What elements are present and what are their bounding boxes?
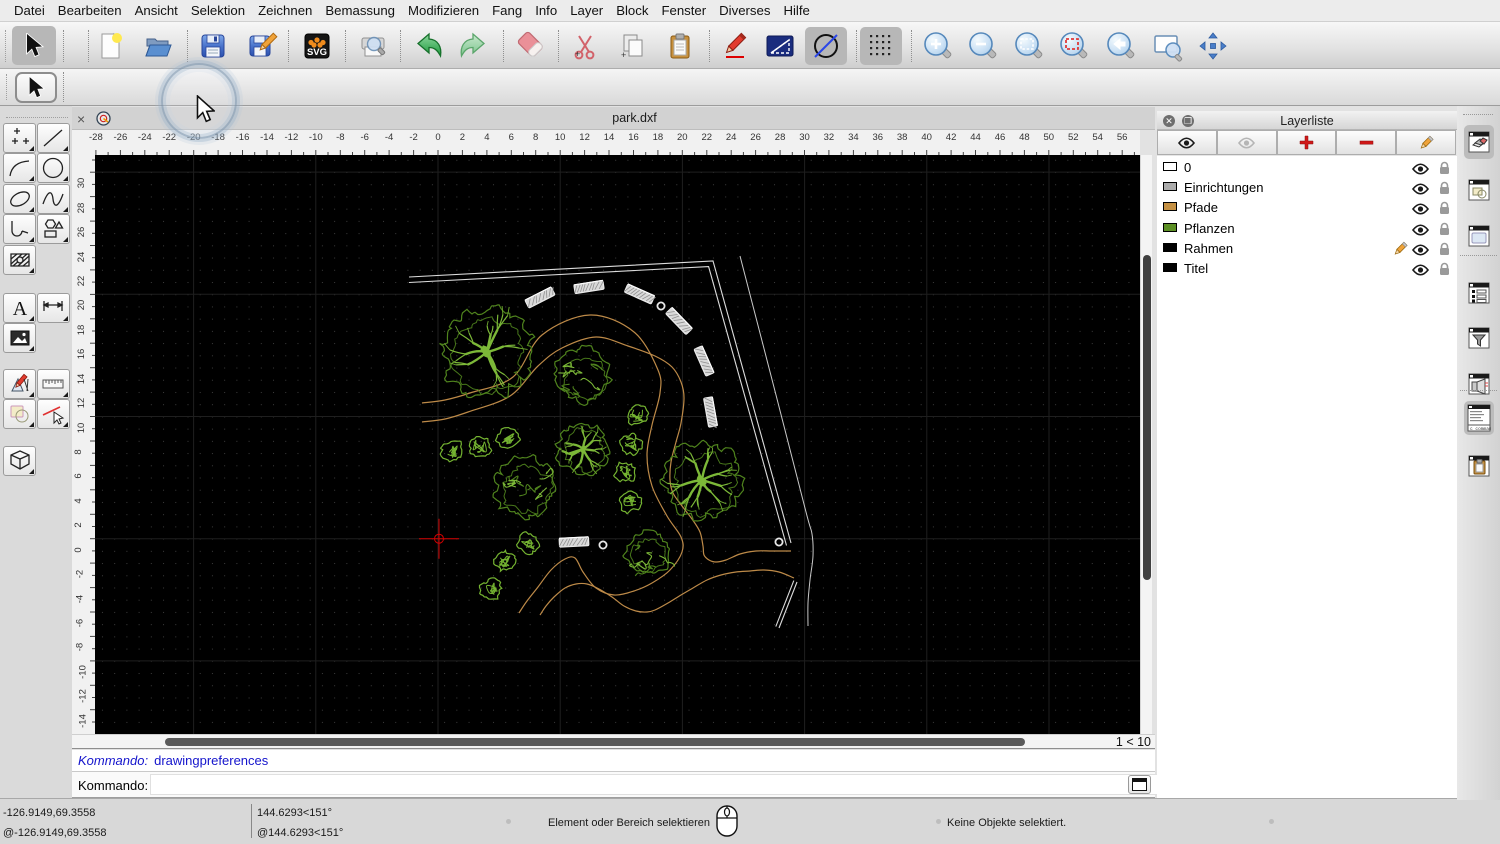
svg-text:c command: c command	[1470, 426, 1491, 432]
svg-text:SVG: SVG	[307, 47, 327, 58]
svg-text:+: +	[575, 49, 580, 59]
svg-text:+: +	[621, 50, 626, 60]
svg-text:A: A	[12, 298, 27, 320]
